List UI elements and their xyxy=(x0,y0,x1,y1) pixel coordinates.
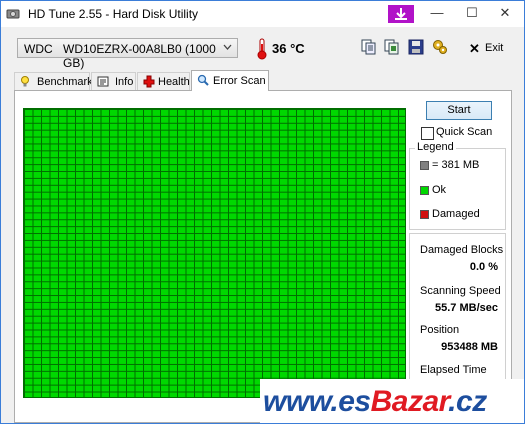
scanning-speed-value: 55.7 MB/sec xyxy=(435,302,498,314)
scan-block-grid xyxy=(23,108,406,398)
position-label: Position xyxy=(420,324,460,336)
minimize-button[interactable]: — xyxy=(419,1,455,27)
error-scan-panel: Start Quick Scan Legend = 381 MB Ok Dama… xyxy=(14,90,512,423)
legend-damaged-swatch xyxy=(420,210,429,219)
watermark-text: www.esBazar.cz xyxy=(263,385,487,419)
legend-block-swatch xyxy=(420,161,429,170)
copy-text-icon[interactable] xyxy=(360,38,378,56)
tab-health-label: Health xyxy=(158,76,190,88)
toolbar: WDC WD10EZRX-00A8LB0 (1000 GB) 36 °C ✕ E… xyxy=(1,27,524,70)
title-bar: HD Tune 2.55 - Hard Disk Utility — ☐ ✕ xyxy=(1,1,524,27)
tab-info-label: Info xyxy=(115,76,134,88)
watermark-brand: Bazar xyxy=(370,385,449,418)
drive-vendor: WDC xyxy=(24,42,53,56)
scanning-speed-label: Scanning Speed xyxy=(420,285,501,297)
close-button[interactable]: ✕ xyxy=(487,1,523,27)
tab-health[interactable]: Health xyxy=(137,72,190,90)
drive-select[interactable]: WDC WD10EZRX-00A8LB0 (1000 GB) xyxy=(17,38,238,70)
maximize-button[interactable]: ☐ xyxy=(454,1,490,27)
watermark-prefix: www.es xyxy=(263,385,371,418)
exit-icon[interactable]: ✕ xyxy=(469,41,480,57)
legend-title: Legend xyxy=(415,141,456,153)
tab-benchmark[interactable]: Benchmark xyxy=(14,72,93,90)
legend-damaged-label: Damaged xyxy=(432,208,480,220)
health-cross-icon xyxy=(143,75,155,88)
watermark: www.esBazar.cz xyxy=(260,379,524,423)
watermark-suffix: .cz xyxy=(448,385,487,418)
damaged-blocks-label: Damaged Blocks xyxy=(420,244,504,256)
app-window: HD Tune 2.55 - Hard Disk Utility — ☐ ✕ W… xyxy=(0,0,525,424)
maximize-icon: ☐ xyxy=(466,5,478,20)
temperature-readout: 36 °C xyxy=(272,41,305,56)
copy-screenshot-icon[interactable] xyxy=(383,38,401,56)
tab-error-scan[interactable]: Error Scan xyxy=(191,70,269,91)
legend-ok-label: Ok xyxy=(432,184,447,196)
tab-benchmark-label: Benchmark xyxy=(37,76,93,88)
tab-info[interactable]: Info xyxy=(91,72,136,90)
thermometer-icon xyxy=(257,38,267,60)
tab-error-scan-label: Error Scan xyxy=(213,75,266,87)
chevron-down-icon xyxy=(223,44,232,50)
app-disk-icon xyxy=(6,9,20,19)
quick-scan-checkbox[interactable] xyxy=(421,127,434,140)
legend-ok-swatch xyxy=(420,186,429,195)
exit-button[interactable]: Exit xyxy=(485,42,503,54)
lightbulb-icon xyxy=(21,76,29,87)
magnifier-icon xyxy=(197,74,209,86)
elapsed-time-label: Elapsed Time xyxy=(420,364,487,376)
minimize-icon: — xyxy=(430,5,444,20)
window-title: HD Tune 2.55 - Hard Disk Utility xyxy=(28,7,199,21)
legend-block-size: = 381 MB xyxy=(432,159,480,171)
tray-download-button[interactable] xyxy=(388,5,414,23)
drive-model: WD10EZRX-00A8LB0 (1000 GB) xyxy=(63,42,216,70)
download-arrow-icon xyxy=(395,8,407,20)
position-value: 953488 MB xyxy=(441,341,498,353)
damaged-blocks-value: 0.0 % xyxy=(469,261,498,273)
options-icon[interactable] xyxy=(431,38,449,56)
info-icon xyxy=(97,76,109,87)
quick-scan-label[interactable]: Quick Scan xyxy=(436,126,492,138)
close-icon: ✕ xyxy=(499,5,511,20)
save-icon[interactable] xyxy=(407,38,425,56)
start-button[interactable]: Start xyxy=(426,101,492,120)
